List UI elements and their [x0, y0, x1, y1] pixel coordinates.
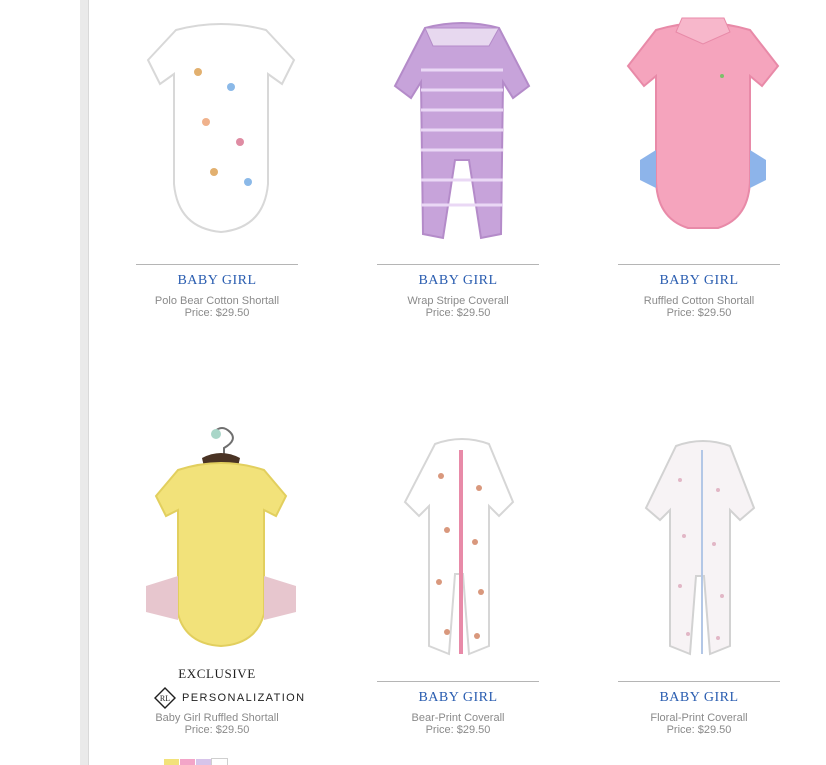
product-divider: [618, 681, 780, 682]
product-divider: [377, 264, 539, 265]
swatch-yellow[interactable]: [164, 759, 179, 765]
product-category-link[interactable]: BABY GIRL: [377, 690, 539, 706]
product-price: Price: $29.50: [425, 724, 491, 736]
product-name[interactable]: Polo Bear Cotton Shortall: [136, 295, 298, 307]
product-image[interactable]: [377, 10, 547, 245]
swatch-white[interactable]: [211, 758, 228, 765]
product-divider: [618, 264, 780, 265]
product-category-link[interactable]: BABY GIRL: [136, 273, 298, 289]
left-divider: [80, 0, 89, 765]
product-card[interactable]: BABY GIRL Wrap Stripe Coverall Price: $2…: [377, 0, 547, 330]
product-card[interactable]: BABY GIRL Polo Bear Cotton Shortall Pric…: [136, 0, 306, 330]
product-name[interactable]: Wrap Stripe Coverall: [377, 295, 539, 307]
product-price: Price: $29.50: [184, 307, 250, 319]
product-divider: [136, 264, 298, 265]
product-name[interactable]: Floral-Print Coverall: [618, 712, 780, 724]
product-name[interactable]: Bear-Print Coverall: [377, 712, 539, 724]
product-name[interactable]: Baby Girl Ruffled Shortall: [136, 712, 298, 724]
swatch-lavender[interactable]: [196, 759, 211, 765]
product-category-link[interactable]: BABY GIRL: [618, 690, 780, 706]
product-price: Price: $29.50: [184, 724, 250, 736]
svg-text:RL: RL: [160, 694, 170, 703]
product-card[interactable]: BABY GIRL Bear-Print Coverall Price: $29…: [377, 420, 547, 765]
product-price: Price: $29.50: [425, 307, 491, 319]
product-image[interactable]: [618, 10, 788, 245]
product-image[interactable]: [136, 12, 306, 247]
product-category-link[interactable]: BABY GIRL: [618, 273, 780, 289]
rl-logo-icon: RL: [154, 687, 176, 709]
product-card[interactable]: BABY GIRL Floral-Print Coverall Price: $…: [618, 420, 788, 765]
product-card[interactable]: BABY GIRL Ruffled Cotton Shortall Price:…: [618, 0, 788, 330]
personalization-badge: RL PERSONALIZATION: [154, 687, 306, 709]
left-rail: [0, 0, 80, 765]
product-category-link[interactable]: BABY GIRL: [377, 273, 539, 289]
product-divider: [377, 681, 539, 682]
personalization-text: PERSONALIZATION: [182, 692, 306, 704]
exclusive-label: EXCLUSIVE: [178, 666, 256, 681]
product-image[interactable]: [618, 432, 788, 662]
swatch-pink[interactable]: [180, 759, 195, 765]
color-swatches[interactable]: [164, 758, 228, 765]
product-price: Price: $29.50: [666, 307, 732, 319]
product-price: Price: $29.50: [666, 724, 732, 736]
product-image[interactable]: [377, 432, 547, 662]
product-name[interactable]: Ruffled Cotton Shortall: [618, 295, 780, 307]
product-image[interactable]: [136, 426, 306, 660]
product-card[interactable]: EXCLUSIVE RL PERSONALIZATION Baby Girl R…: [136, 420, 306, 765]
